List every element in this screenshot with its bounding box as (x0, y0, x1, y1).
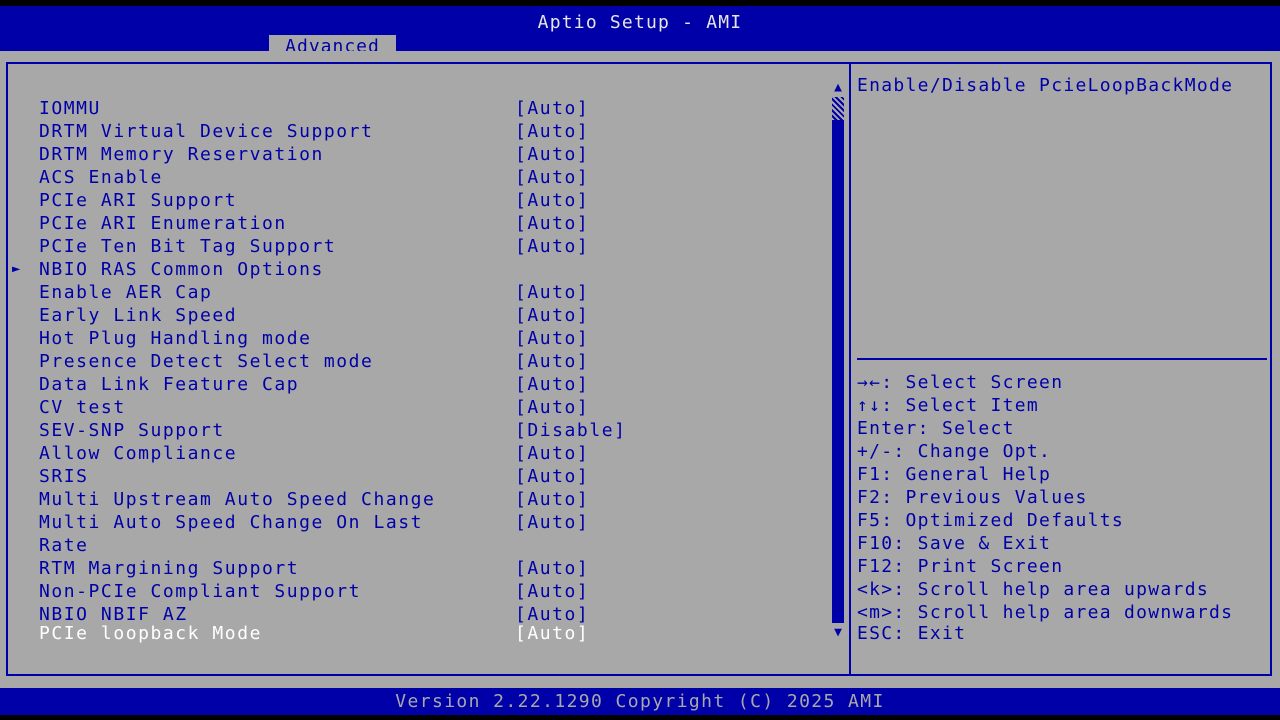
setting-label: Multi Upstream Auto Speed Change (39, 489, 436, 510)
setting-drtm-virtual-device-support[interactable]: DRTM Virtual Device Support [Auto] (0, 120, 588, 143)
setting-label: PCIe ARI Enumeration (39, 213, 287, 234)
scrollbar-thumb[interactable] (832, 97, 844, 120)
setting-value[interactable]: [Auto] (515, 373, 589, 396)
key-hint: <m>: Scroll help area downwards (857, 602, 1234, 623)
setting-label: PCIe loopback Mode (39, 623, 262, 644)
submenu-nbio-ras-common-options[interactable]: ► NBIO RAS Common Options (0, 258, 322, 281)
setting-label: ACS Enable (39, 167, 163, 188)
setting-value[interactable]: [Auto] (515, 465, 589, 488)
setting-value[interactable]: [Auto] (515, 143, 589, 166)
setting-rtm-margining-support[interactable]: RTM Margining Support [Auto] (0, 557, 588, 580)
setting-value[interactable]: [Auto] (515, 304, 589, 327)
setting-value[interactable]: [Auto] (515, 166, 589, 189)
setting-pcie-ari-enumeration[interactable]: PCIe ARI Enumeration [Auto] (0, 212, 588, 235)
setting-presence-detect-select-mode[interactable]: Presence Detect Select mode [Auto] (0, 350, 588, 373)
setting-label: Early Link Speed (39, 305, 238, 326)
setting-value[interactable]: [Auto] (515, 580, 589, 603)
key-hint: →←: Select Screen (857, 372, 1064, 393)
setting-value[interactable]: [Auto] (515, 120, 589, 143)
setting-pcie-ari-support[interactable]: PCIe ARI Support [Auto] (0, 189, 588, 212)
setting-value[interactable]: [Auto] (515, 488, 589, 511)
help-divider (857, 358, 1267, 360)
setting-label: Enable AER Cap (39, 282, 213, 303)
setting-value[interactable]: [Auto] (515, 396, 589, 419)
setting-value[interactable]: [Auto] (515, 189, 589, 212)
setting-label: RTM Margining Support (39, 558, 300, 579)
setting-label: IOMMU (39, 98, 101, 119)
setting-allow-compliance[interactable]: Allow Compliance [Auto] (0, 442, 588, 465)
scrollbar-track[interactable] (832, 97, 844, 623)
app-title: Aptio Setup - AMI (537, 12, 743, 33)
scroll-down-icon[interactable]: ▼ (831, 626, 845, 640)
setting-multi-auto-speed-change-on-last-rate[interactable]: Multi Auto Speed Change On Last [Auto] (0, 511, 588, 534)
key-hint: F1: General Help (857, 464, 1052, 485)
setting-acs-enable[interactable]: ACS Enable [Auto] (0, 166, 588, 189)
setting-value[interactable]: [Auto] (515, 557, 589, 580)
setting-value[interactable]: [Auto] (515, 511, 589, 534)
setting-non-pcie-compliant-support[interactable]: Non-PCIe Compliant Support [Auto] (0, 580, 588, 603)
setting-cv-test[interactable]: CV test [Auto] (0, 396, 588, 419)
setting-label: Multi Auto Speed Change On Last (39, 512, 423, 533)
setting-label: NBIO RAS Common Options (39, 259, 324, 280)
setting-label-continuation: Rate (0, 534, 87, 557)
setting-hot-plug-handling-mode[interactable]: Hot Plug Handling mode [Auto] (0, 327, 588, 350)
setting-drtm-memory-reservation[interactable]: DRTM Memory Reservation [Auto] (0, 143, 588, 166)
key-hint: F2: Previous Values (857, 487, 1088, 508)
version-text: Version 2.22.1290 Copyright (C) 2025 AMI (395, 691, 885, 712)
vertical-divider (849, 62, 851, 676)
setting-pcie-ten-bit-tag-support[interactable]: PCIe Ten Bit Tag Support [Auto] (0, 235, 588, 258)
footer-bar: Version 2.22.1290 Copyright (C) 2025 AMI (0, 688, 1280, 715)
setting-value[interactable]: [Auto] (515, 235, 589, 258)
setting-value[interactable]: [Auto] (515, 327, 589, 350)
setting-label: DRTM Virtual Device Support (39, 121, 374, 142)
help-description: Enable/Disable PcieLoopBackMode (857, 75, 1234, 96)
setting-value[interactable]: [Auto] (515, 212, 589, 235)
key-hint: F12: Print Screen (857, 556, 1064, 577)
setting-label: Presence Detect Select mode (39, 351, 374, 372)
setting-enable-aer-cap[interactable]: Enable AER Cap [Auto] (0, 281, 588, 304)
key-hint: +/-: Change Opt. (857, 441, 1052, 462)
key-hint: F5: Optimized Defaults (857, 510, 1125, 531)
setting-label: SEV-SNP Support (39, 420, 225, 441)
scroll-up-icon[interactable]: ▲ (831, 81, 845, 95)
setting-value[interactable]: [Auto] (515, 622, 589, 645)
setup-panel: IOMMU [Auto] DRTM Virtual Device Support… (0, 51, 1280, 688)
key-hint: Enter: Select (857, 418, 1015, 439)
setting-sev-snp-support[interactable]: SEV-SNP Support [Disable] (0, 419, 625, 442)
setting-value[interactable]: [Auto] (515, 442, 589, 465)
setting-label: Non-PCIe Compliant Support (39, 581, 362, 602)
setting-label: CV test (39, 397, 126, 418)
setting-sris[interactable]: SRIS [Auto] (0, 465, 588, 488)
setting-label: DRTM Memory Reservation (39, 144, 324, 165)
key-hint: ↑↓: Select Item (857, 395, 1040, 416)
setting-value[interactable]: [Auto] (515, 97, 589, 120)
setting-value[interactable]: [Auto] (515, 350, 589, 373)
setting-multi-upstream-auto-speed-change[interactable]: Multi Upstream Auto Speed Change [Auto] (0, 488, 588, 511)
setting-label: Data Link Feature Cap (39, 374, 300, 395)
setting-label: PCIe Ten Bit Tag Support (39, 236, 337, 257)
submenu-arrow-icon: ► (12, 261, 22, 277)
setting-label: PCIe ARI Support (39, 190, 238, 211)
setting-value[interactable]: [Auto] (515, 281, 589, 304)
setting-iommu[interactable]: IOMMU [Auto] (0, 97, 588, 120)
key-hint: <k>: Scroll help area upwards (857, 579, 1209, 600)
setting-early-link-speed[interactable]: Early Link Speed [Auto] (0, 304, 588, 327)
title-bar: Aptio Setup - AMI Advanced (0, 6, 1280, 57)
setting-pcie-loopback-mode[interactable]: PCIe loopback Mode [Auto] (0, 622, 588, 645)
key-hint: ESC: Exit (857, 623, 967, 644)
setting-data-link-feature-cap[interactable]: Data Link Feature Cap [Auto] (0, 373, 588, 396)
setting-label: Hot Plug Handling mode (39, 328, 312, 349)
setting-label: Rate (39, 535, 89, 556)
key-hint: F10: Save & Exit (857, 533, 1052, 554)
setting-label: SRIS (39, 466, 89, 487)
setting-value[interactable]: [Disable] (515, 419, 626, 442)
setting-label: Allow Compliance (39, 443, 238, 464)
